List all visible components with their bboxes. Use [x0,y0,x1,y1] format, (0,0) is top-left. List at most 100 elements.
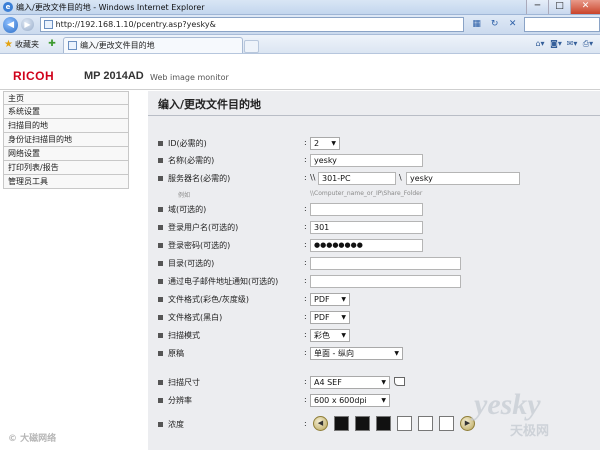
format-bw-select[interactable]: PDF ▼ [310,311,350,324]
example-label: 例如 [178,192,191,199]
compatibility-view-icon[interactable]: ▦ [468,17,486,32]
favorites-button[interactable]: ★ 收藏夹 [4,39,39,50]
original-select[interactable]: 单面 - 纵向 ▼ [310,347,403,360]
server-prefix: \\ [310,173,316,182]
sidebar-item-print-list-report[interactable]: 打印列表/报告 [3,161,129,175]
sidebar-item-id-scan-destination[interactable]: 身份证扫描目的地 [3,133,129,147]
resolution-label: 分辨率 [168,396,192,405]
model-name: MP 2014AD [84,70,144,82]
browser-tab[interactable]: 编入/更改文件目的地 [62,37,243,53]
bottom-left-watermark: © 大磁网络 [8,434,57,444]
scan-size-label: 扫描尺寸 [168,378,200,387]
window-titlebar: e 编入/更改文件目的地 - Windows Internet Explorer… [0,0,600,15]
resolution-select[interactable]: 600 x 600dpi ▼ [310,394,390,407]
bullet-icon [158,333,163,338]
chevron-down-icon: ▼ [341,296,346,303]
sidebar-item-home[interactable]: 主页 [3,91,129,105]
print-icon[interactable]: ⎙▾ [580,38,596,50]
density-level-3[interactable] [376,416,391,431]
stop-icon[interactable]: ✕ [504,17,522,32]
minimize-button[interactable]: ─ [526,0,548,14]
bullet-icon [158,351,163,356]
colon: : [304,312,307,321]
format-color-row: 文件格式(彩色/灰度级) : PDF ▼ [158,293,598,307]
original-label: 原稿 [168,349,184,358]
title-divider [148,115,600,116]
login-pass-label: 登录密码(可选的) [168,241,231,250]
mail-icon[interactable]: ✉▾ [564,38,580,50]
favorites-bar: ★ 收藏夹 ✚ 编入/更改文件目的地 ⌂▾ ◙▾ ✉▾ ⎙▾ [0,35,600,54]
tianji-watermark: 天极网 [510,424,550,439]
folder-separator: \ [399,173,402,182]
maximize-button[interactable]: □ [548,0,570,14]
scan-mode-select[interactable]: 彩色 ▼ [310,329,350,342]
colon: : [304,204,307,213]
name-input[interactable]: yesky [310,154,423,167]
id-label: ID(必需的) [168,139,207,148]
chevron-down-icon: ▼ [331,140,336,147]
format-bw-row: 文件格式(黑白) : PDF ▼ [158,311,598,325]
tab-page-icon [67,41,77,50]
colon: : [304,138,307,147]
id-select[interactable]: 2 ▼ [310,137,340,150]
favorites-label: 收藏夹 [14,39,39,49]
colon: : [304,419,307,428]
sidebar-item-system-settings[interactable]: 系统设置 [3,105,129,119]
login-password-input[interactable]: ●●●●●●●● [310,239,423,252]
scan-size-select[interactable]: A4 SEF ▼ [310,376,390,389]
format-color-select[interactable]: PDF ▼ [310,293,350,306]
format-bw-value: PDF [314,313,330,322]
directory-label: 目录(可选的) [168,259,215,268]
add-favorite-icon[interactable]: ✚ [45,38,59,50]
folder-input[interactable]: yesky [406,172,520,185]
density-decrease-button[interactable]: ◀ [313,416,328,431]
login-pass-row: 登录密码(可选的) : ●●●●●●●● [158,239,598,253]
colon: : [304,395,307,404]
density-control: ◀ ▶ [310,416,478,431]
server-row: 服务器名(必需的) : \\ 301-PC \ yesky [158,172,598,186]
url-text: http://192.168.1.10/pcentry.asp?yesky& [55,20,216,29]
bullet-icon [158,225,163,230]
refresh-icon[interactable]: ↻ [486,17,504,32]
login-user-row: 登录用户名(可选的) : 301 [158,221,598,235]
domain-label: 域(可选的) [168,205,207,214]
page-title: 编入/更改文件目的地 [158,98,262,111]
density-level-1[interactable] [334,416,349,431]
id-value: 2 [314,139,320,148]
density-level-5[interactable] [418,416,433,431]
home-icon[interactable]: ⌂▾ [532,38,548,50]
search-input[interactable] [523,17,600,32]
forward-arrow-icon[interactable]: ▶ [21,18,34,31]
domain-input[interactable] [310,203,423,216]
login-user-input[interactable]: 301 [310,221,423,234]
bullet-icon [158,315,163,320]
server-input[interactable]: 301-PC [318,172,396,185]
colon: : [304,330,307,339]
density-level-2[interactable] [355,416,370,431]
bullet-icon [158,207,163,212]
sidebar-item-admin-tools[interactable]: 管理员工具 [3,175,129,189]
feeds-icon[interactable]: ◙▾ [548,38,564,50]
name-label: 名称(必需的) [168,156,215,165]
density-level-6[interactable] [439,416,454,431]
bullet-icon [158,422,163,427]
address-input[interactable]: http://192.168.1.10/pcentry.asp?yesky& [39,17,464,32]
back-arrow-icon[interactable]: ◀ [3,16,19,33]
tab-title: 编入/更改文件目的地 [79,41,155,50]
notify-email-input[interactable] [310,275,461,288]
directory-input[interactable] [310,257,461,270]
bullet-icon [158,261,163,266]
directory-row: 目录(可选的) : [158,257,598,271]
chevron-down-icon: ▼ [394,350,399,357]
density-increase-button[interactable]: ▶ [460,416,475,431]
bullet-icon [158,297,163,302]
new-tab-button[interactable] [243,40,259,53]
colon: : [304,258,307,267]
scan-mode-row: 扫描模式 : 彩色 ▼ [158,329,598,343]
close-button[interactable]: ✕ [570,0,600,14]
sidebar-item-network-settings[interactable]: 网络设置 [3,147,129,161]
colon: : [304,155,307,164]
bullet-icon [158,279,163,284]
sidebar-item-scan-destination[interactable]: 扫描目的地 [3,119,129,133]
density-level-4[interactable] [397,416,412,431]
